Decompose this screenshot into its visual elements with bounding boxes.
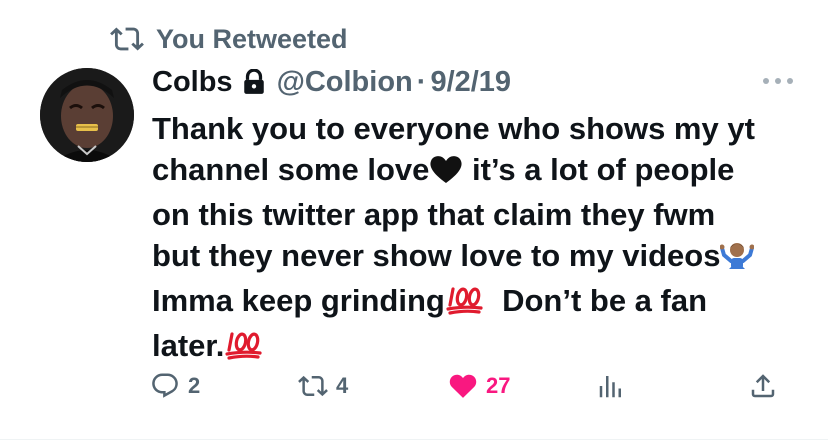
tweet-text-line: Imma keep grinding Don’t be a fan — [152, 280, 802, 325]
heart-icon — [449, 374, 477, 398]
retweet-context[interactable]: You Retweeted — [110, 22, 348, 56]
retweet-button[interactable]: 4 — [298, 366, 348, 406]
tweet-text: Thank you to everyone who shows my yt ch… — [152, 108, 802, 370]
more-dot-icon — [763, 78, 769, 84]
author-handle[interactable]: @Colbion — [277, 66, 413, 99]
black-heart-emoji-icon — [429, 153, 463, 194]
text-segment: later. — [152, 328, 225, 363]
more-dot-icon — [775, 78, 781, 84]
text-segment: Don’t be a fan — [484, 283, 708, 318]
lock-icon — [243, 69, 264, 94]
tweet-date[interactable]: 9/2/19 — [430, 66, 511, 99]
text-segment: Imma keep grinding — [152, 283, 445, 318]
like-count: 27 — [486, 373, 511, 398]
bar-chart-icon — [599, 376, 621, 398]
hundred-points-emoji-icon — [224, 328, 264, 370]
hundred-points-emoji-icon — [445, 283, 485, 325]
tweet-text-line: channel some love it’s a lot of people — [152, 149, 802, 194]
avatar-photo — [40, 68, 134, 162]
tweet-text-line: but they never show love to my videos — [152, 235, 802, 280]
author-name[interactable]: Colbs — [152, 66, 233, 99]
header-separator: · — [416, 65, 427, 98]
tweet-header: Colbs @Colbion · 9/2/19 — [152, 62, 768, 102]
retweet-count: 4 — [336, 373, 349, 398]
retweet-icon — [110, 27, 144, 51]
text-segment: channel some love — [152, 152, 430, 187]
text-segment: but they never show love to my videos — [152, 238, 721, 273]
person-shrugging-emoji-icon — [719, 238, 755, 280]
retweet-icon — [298, 375, 328, 397]
text-segment: it’s a lot of people — [463, 152, 735, 187]
more-dot-icon — [787, 78, 793, 84]
like-button[interactable]: 27 — [448, 366, 510, 406]
reply-count: 2 — [188, 373, 201, 398]
share-icon — [751, 374, 775, 398]
tweet-text-line: Thank you to everyone who shows my yt — [152, 108, 802, 149]
tweet-actions: 2 4 27 — [150, 366, 790, 406]
text-segment: on this twitter app that claim they fwm — [152, 197, 716, 232]
text-segment: Thank you to everyone who shows my yt — [152, 111, 755, 146]
retweet-context-label: You Retweeted — [156, 23, 348, 54]
tweet-text-line: on this twitter app that claim they fwm — [152, 194, 802, 235]
tweet-text-line: later. — [152, 325, 802, 370]
avatar[interactable] — [40, 68, 134, 162]
reply-button[interactable]: 2 — [150, 366, 200, 406]
reply-icon — [152, 373, 178, 398]
share-button[interactable] — [748, 366, 778, 406]
views-button[interactable] — [596, 366, 634, 406]
more-options-button[interactable] — [758, 74, 798, 88]
